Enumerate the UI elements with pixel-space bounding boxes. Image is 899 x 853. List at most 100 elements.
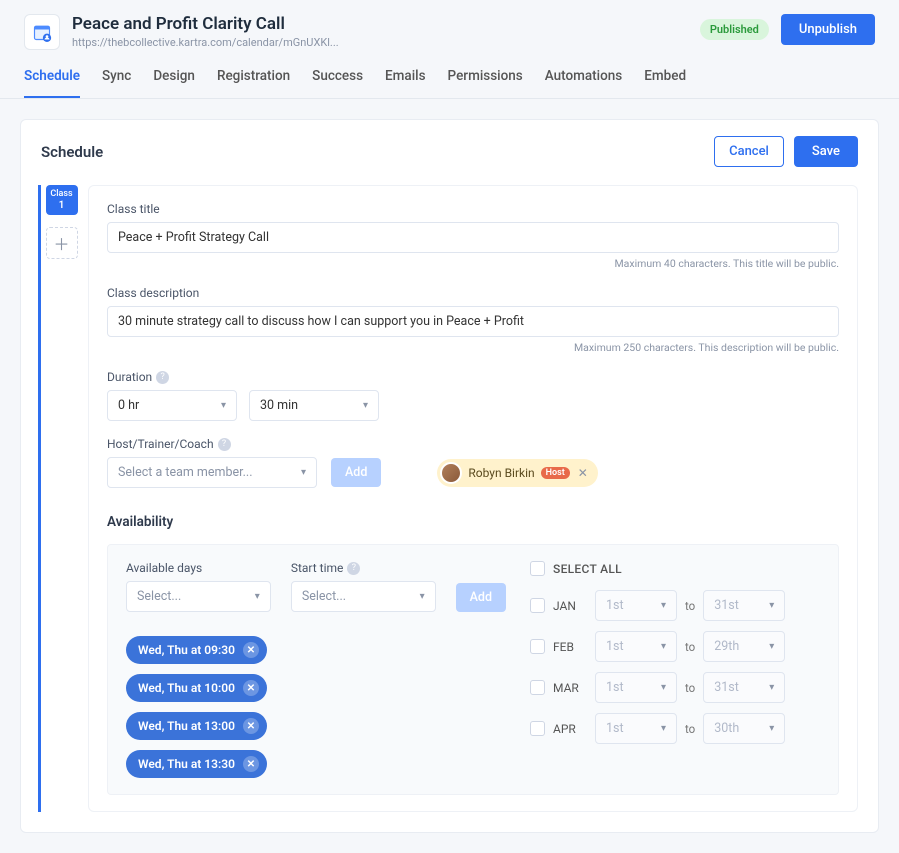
select-all-checkbox[interactable] [530,561,545,576]
cancel-button[interactable]: Cancel [714,136,784,167]
add-class-button[interactable]: ＋ [46,227,78,259]
month-row-feb: FEB1st▾to29th▾ [530,631,820,662]
month-from-select[interactable]: 1st ▾ [595,672,677,703]
class-chip-1[interactable]: Class 1 [46,185,78,215]
host-role-badge: Host [541,467,570,479]
month-from-value: 1st [606,721,624,736]
page-title: Peace and Profit Clarity Call [72,14,339,34]
to-label: to [685,722,695,736]
tab-automations[interactable]: Automations [545,68,622,98]
to-label: to [685,681,695,695]
month-to-select[interactable]: 31st▾ [703,590,785,621]
tab-schedule[interactable]: Schedule [24,68,80,98]
host-select[interactable]: Select a team member... ▾ [107,457,317,488]
month-from-value: 1st [606,680,624,695]
time-slot-label: Wed, Thu at 10:00 [138,681,235,695]
chevron-down-icon: ▾ [255,591,260,602]
month-from-select[interactable]: 1st▾ [595,590,677,621]
remove-slot-button[interactable]: ✕ [243,680,259,696]
month-row-jan: JAN1st▾to31st▾ [530,590,820,621]
unpublish-button[interactable]: Unpublish [781,14,875,45]
class-title-input[interactable] [107,222,839,253]
chevron-down-icon: ▾ [769,682,774,693]
add-slot-button[interactable]: Add [456,583,506,612]
chevron-down-icon: ▾ [769,641,774,652]
tab-design[interactable]: Design [153,68,195,98]
add-host-button[interactable]: Add [331,458,381,487]
remove-slot-button[interactable]: ✕ [243,718,259,734]
form-area: Class title Maximum 40 characters. This … [88,185,858,812]
plus-icon: ＋ [53,231,69,255]
time-slot-pill: Wed, Thu at 13:30✕ [126,750,267,778]
remove-host-button[interactable]: ✕ [576,466,590,480]
calendar-app-icon [24,14,60,50]
class-chip-number: 1 [59,200,65,211]
duration-hours-select[interactable]: 0 hr ▾ [107,390,237,421]
slot-list: Wed, Thu at 09:30✕Wed, Thu at 10:00✕Wed,… [126,636,506,788]
remove-slot-button[interactable]: ✕ [243,642,259,658]
month-checkbox[interactable] [530,721,545,736]
select-all-label: SELECT ALL [553,562,622,576]
month-from-value: 1st [606,639,624,654]
start-time-select[interactable]: Select... ▾ [291,581,436,612]
tab-bar: Schedule Sync Design Registration Success Ema… [0,50,899,99]
month-from-select[interactable]: 1st ▾ [595,713,677,744]
start-time-placeholder: Select... [302,589,346,604]
duration-label: Duration ? [107,370,839,384]
available-days-select[interactable]: Select... ▾ [126,581,271,612]
save-button[interactable]: Save [794,136,858,167]
tab-registration[interactable]: Registration [217,68,290,98]
month-name: JAN [553,599,587,613]
chevron-down-icon: ▾ [769,723,774,734]
month-checkbox[interactable] [530,598,545,613]
start-time-label: Start time ? [291,561,436,575]
schedule-card: Schedule Cancel Save Class 1 ＋ Class tit… [20,119,879,833]
class-title-label: Class title [107,202,839,216]
month-checkbox[interactable] [530,639,545,654]
chevron-down-icon: ▾ [769,600,774,611]
month-to-select[interactable]: 31st▾ [703,672,785,703]
chevron-down-icon: ▾ [301,467,306,478]
time-slot-pill: Wed, Thu at 09:30✕ [126,636,267,664]
help-icon[interactable]: ? [218,438,231,451]
available-days-label: Available days [126,561,271,575]
class-description-label: Class description [107,286,839,300]
month-to-select[interactable]: 29th ▾ [703,631,785,662]
chevron-down-icon: ▾ [661,723,666,734]
month-checkbox[interactable] [530,680,545,695]
availability-heading: Availability [107,514,839,530]
month-to-value: 30th [714,721,739,736]
month-name: FEB [553,640,587,654]
class-description-input[interactable] [107,306,839,337]
calendar-icon [32,22,52,42]
tab-success[interactable]: Success [312,68,363,98]
tab-sync[interactable]: Sync [102,68,131,98]
available-days-placeholder: Select... [137,589,181,604]
title-block: Peace and Profit Clarity Call https://th… [72,14,339,49]
month-to-select[interactable]: 30th ▾ [703,713,785,744]
card-title: Schedule [41,143,103,161]
avatar [440,462,462,484]
help-icon[interactable]: ? [347,562,360,575]
duration-minutes-select[interactable]: 30 min ▾ [249,390,379,421]
help-icon[interactable]: ? [156,371,169,384]
host-label: Host/Trainer/Coach ? [107,437,839,451]
class-chip-label: Class [46,189,78,200]
chevron-down-icon: ▾ [363,400,368,411]
host-name: Robyn Birkin [468,466,534,480]
time-slot-label: Wed, Thu at 13:00 [138,719,235,733]
class-description-hint: Maximum 250 characters. This description… [107,341,839,354]
tab-embed[interactable]: Embed [644,68,686,98]
duration-hours-value: 0 hr [118,398,139,413]
page-url: https://thebcollective.kartra.com/calend… [72,36,339,49]
month-to-value: 29th [714,639,739,654]
host-placeholder: Select a team member... [118,465,253,480]
class-rail: Class 1 ＋ [38,185,82,812]
tab-permissions[interactable]: Permissions [448,68,523,98]
chevron-down-icon: ▾ [661,682,666,693]
host-pill: Robyn Birkin Host ✕ [437,459,597,487]
remove-slot-button[interactable]: ✕ [243,756,259,772]
month-from-select[interactable]: 1st▾ [595,631,677,662]
tab-emails[interactable]: Emails [385,68,426,98]
time-slot-pill: Wed, Thu at 13:00 ✕ [126,712,267,740]
